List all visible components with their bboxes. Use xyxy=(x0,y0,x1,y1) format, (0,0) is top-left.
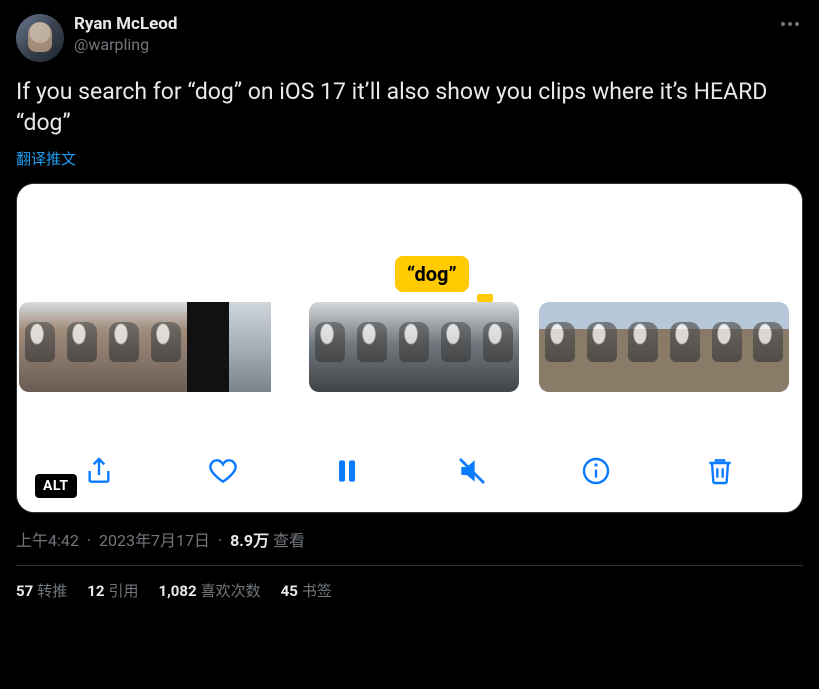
views-label-text: 查看 xyxy=(273,531,305,550)
like-button[interactable] xyxy=(203,451,243,491)
video-timeline[interactable] xyxy=(17,302,802,392)
mute-button[interactable] xyxy=(452,451,492,491)
stats-row: 57转推 12引用 1,082 喜欢次数 45书签 xyxy=(16,566,803,601)
trash-icon xyxy=(704,455,736,487)
media-preview-area: “dog” xyxy=(17,184,802,436)
tweet-time[interactable]: 上午4:42 xyxy=(16,531,79,550)
views-count: 8.9万 xyxy=(230,531,269,550)
stat-count: 1,082 xyxy=(158,582,196,600)
translate-link[interactable]: 翻译推文 xyxy=(16,148,803,169)
stat-label: 喜欢次数 xyxy=(201,582,261,600)
media-toolbar xyxy=(17,436,802,512)
pause-button[interactable] xyxy=(327,451,367,491)
pause-icon xyxy=(331,455,363,487)
info-icon xyxy=(580,455,612,487)
tweet-header: Ryan McLeod @warpling xyxy=(16,14,803,62)
tweet-container: Ryan McLeod @warpling If you search for … xyxy=(0,0,819,611)
stat-count: 12 xyxy=(87,582,104,600)
caption-marker xyxy=(477,294,493,302)
share-button[interactable] xyxy=(79,451,119,491)
author-name-block[interactable]: Ryan McLeod @warpling xyxy=(74,14,177,54)
avatar[interactable] xyxy=(16,14,64,62)
tweet-meta: 上午4:42 · 2023年7月17日 · 8.9万 查看 xyxy=(16,527,803,551)
retweets-stat[interactable]: 57转推 xyxy=(16,580,67,601)
more-button[interactable] xyxy=(777,14,803,34)
stat-count: 45 xyxy=(281,582,298,600)
clip-group-2[interactable] xyxy=(309,302,519,392)
likes-stat[interactable]: 1,082 喜欢次数 xyxy=(158,580,260,601)
clip-group-1[interactable] xyxy=(19,302,289,392)
display-name: Ryan McLeod xyxy=(74,14,177,34)
tweet-text: If you search for “dog” on iOS 17 it’ll … xyxy=(16,76,803,138)
handle: @warpling xyxy=(74,35,177,54)
stat-count: 57 xyxy=(16,582,33,600)
trash-button[interactable] xyxy=(700,451,740,491)
info-button[interactable] xyxy=(576,451,616,491)
tweet-date[interactable]: 2023年7月17日 xyxy=(99,531,210,550)
stat-label: 转推 xyxy=(37,582,67,600)
clip-group-3[interactable] xyxy=(539,302,789,392)
media-card[interactable]: “dog” xyxy=(16,183,803,513)
alt-badge[interactable]: ALT xyxy=(35,474,77,498)
stat-label: 书签 xyxy=(302,582,332,600)
heart-icon xyxy=(207,455,239,487)
stat-label: 引用 xyxy=(108,582,138,600)
mute-icon xyxy=(456,455,488,487)
bookmarks-stat[interactable]: 45书签 xyxy=(281,580,332,601)
caption-bubble: “dog” xyxy=(395,256,469,292)
quotes-stat[interactable]: 12引用 xyxy=(87,580,138,601)
share-icon xyxy=(83,455,115,487)
